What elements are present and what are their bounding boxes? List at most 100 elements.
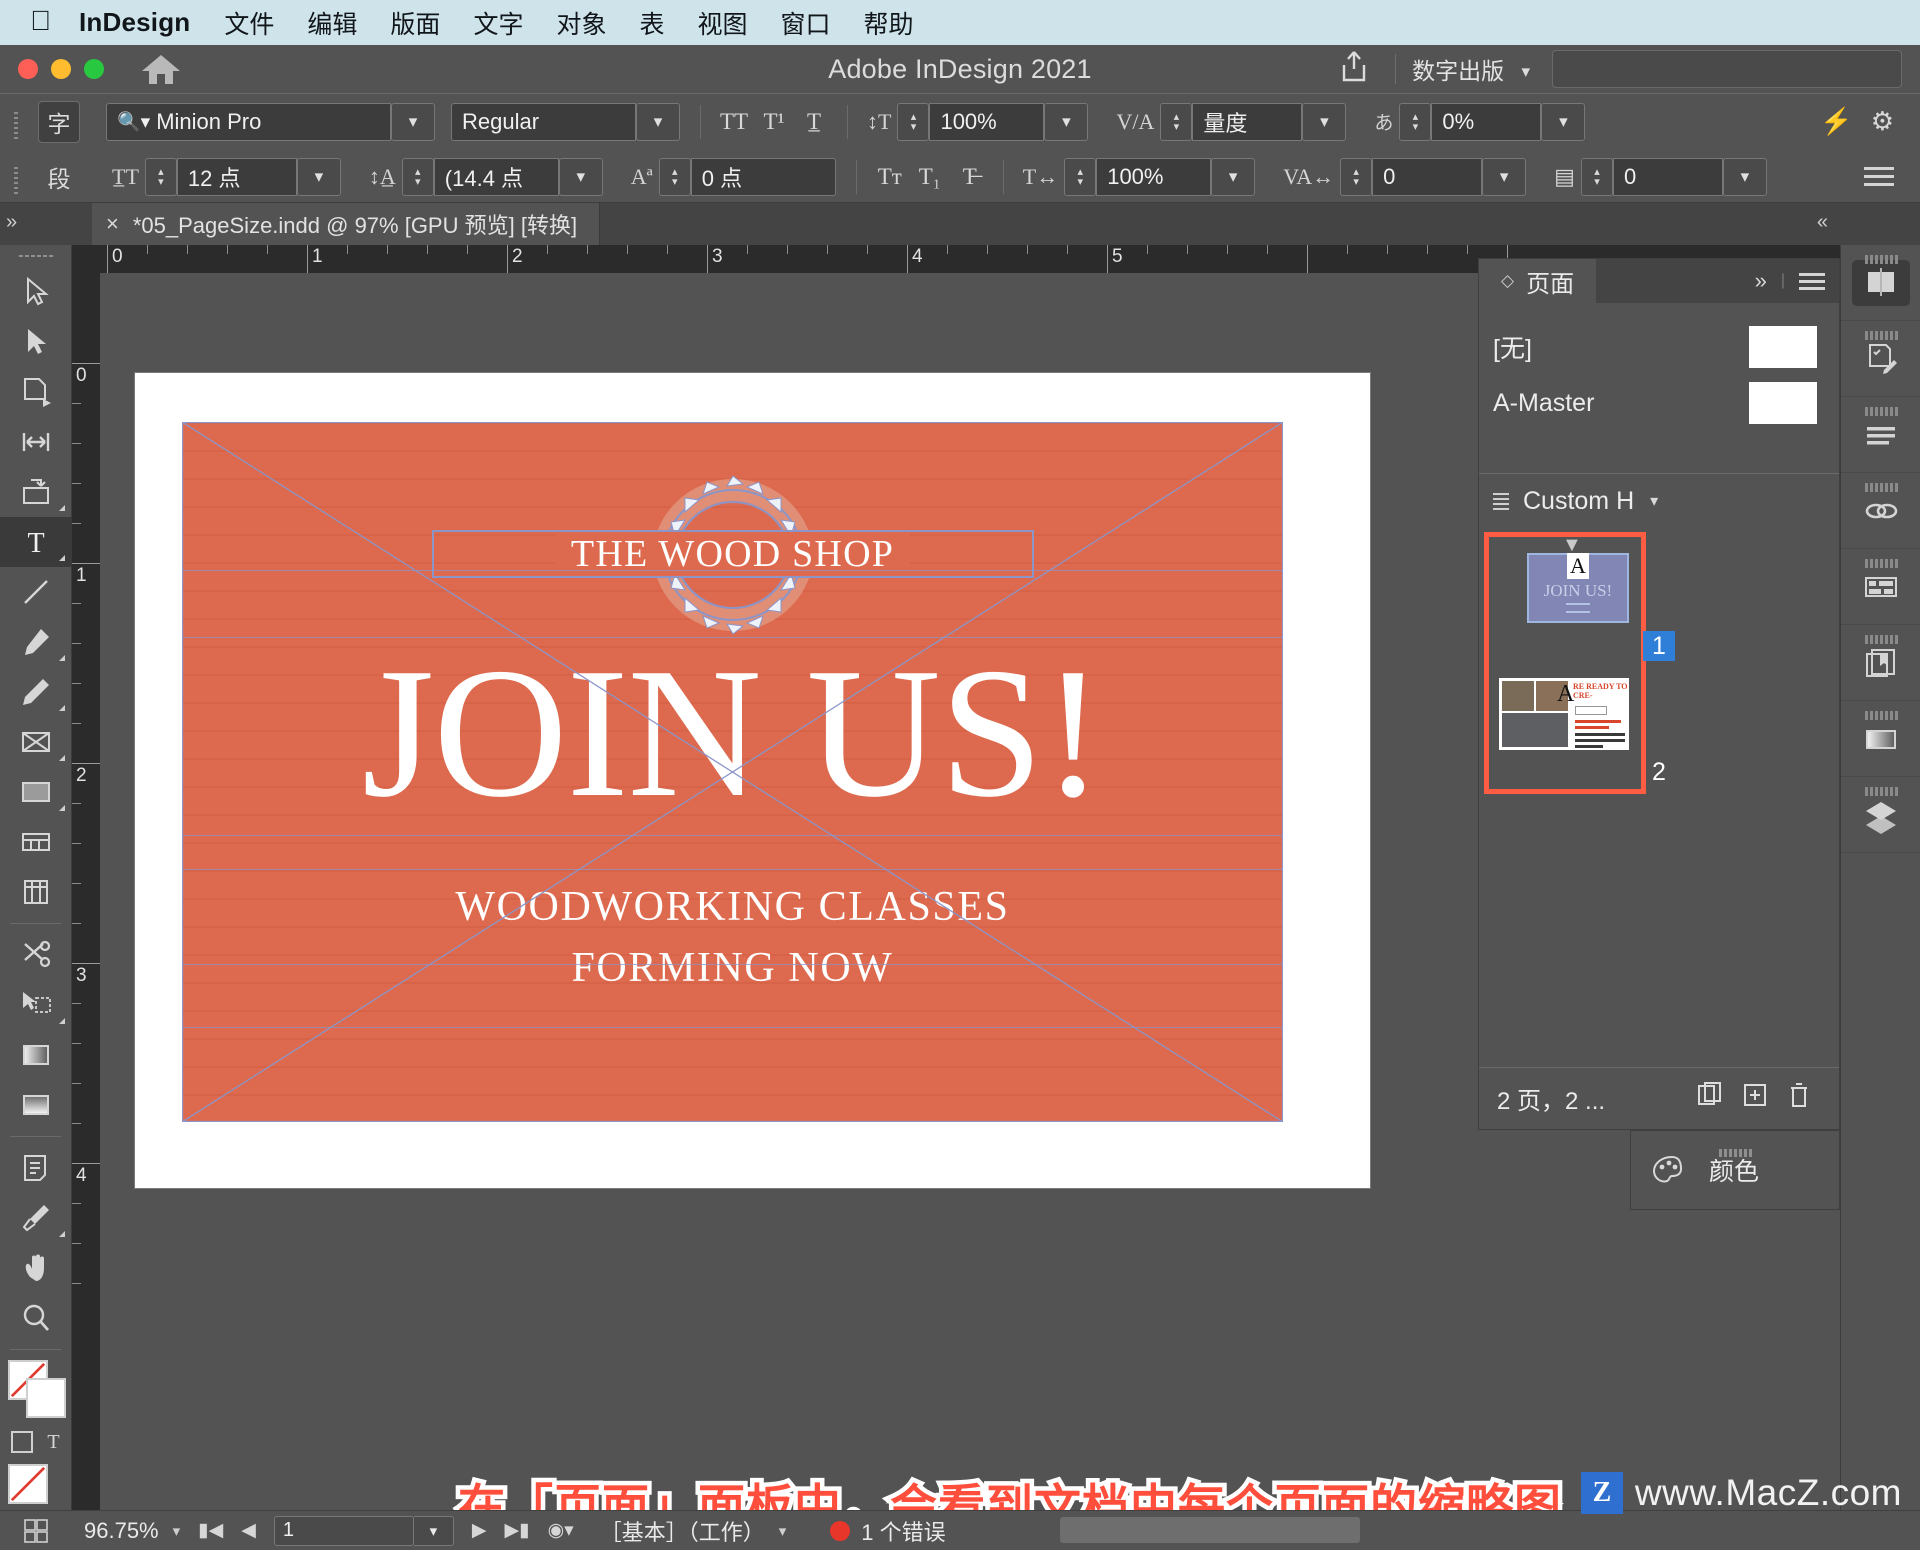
vertical-scale-stepper[interactable]: ▴ ▾ xyxy=(897,102,930,141)
gradient-feather-tool[interactable] xyxy=(0,1080,72,1130)
tsume-dropdown[interactable]: ▾ xyxy=(1541,102,1586,141)
tab-pages[interactable]: ◇ 页面 xyxy=(1479,259,1597,303)
grid-spacing-stepper[interactable]: ▴ ▾ xyxy=(1580,157,1613,196)
horizontal-scale-value[interactable]: 100% xyxy=(1096,157,1212,196)
document-page[interactable]: THE WOOD SHOP JOIN US! WOODWORKING CLASS… xyxy=(135,373,1370,1188)
page-number-2[interactable]: 2 xyxy=(1479,758,1839,787)
chevron-down-icon[interactable]: ▾ xyxy=(1650,491,1658,511)
apple-logo-icon[interactable]:  xyxy=(30,6,51,35)
leading-dropdown[interactable]: ▾ xyxy=(558,157,603,196)
leading-value[interactable]: (14.4 点 xyxy=(433,157,559,196)
close-icon[interactable]: × xyxy=(106,211,119,237)
poster-artwork[interactable]: THE WOOD SHOP JOIN US! WOODWORKING CLASS… xyxy=(182,422,1283,1122)
new-spread-icon[interactable] xyxy=(1689,1080,1733,1117)
font-family-group[interactable]: 🔍▾ Minion Pro ▾ xyxy=(106,102,435,141)
font-size-value[interactable]: 12 点 xyxy=(176,157,297,196)
properties-dock-icon[interactable] xyxy=(1841,321,1920,397)
eyedropper-tool[interactable] xyxy=(0,1193,72,1243)
content-collector-tool[interactable] xyxy=(0,467,72,517)
font-style-input[interactable]: Regular xyxy=(451,102,636,141)
line-tool[interactable] xyxy=(0,567,72,617)
menu-item-table[interactable]: 表 xyxy=(639,5,664,41)
zoom-level-value[interactable]: 96.75% xyxy=(84,1518,159,1544)
character-formatting-button[interactable]: 字 xyxy=(38,100,80,143)
panel-menu-icon[interactable] xyxy=(1864,162,1894,191)
masters-list[interactable]: [无] A-Master xyxy=(1479,303,1839,473)
leading-stepper[interactable]: ▴ ▾ xyxy=(401,157,434,196)
double-chevron-right-icon[interactable]: » xyxy=(1755,268,1767,294)
pages-panel[interactable]: ◇ 页面 » | [无] A-Master Custom H ▾ ▼ A JOI… xyxy=(1478,258,1840,1130)
tools-panel-grip[interactable] xyxy=(0,245,71,267)
fill-stroke-swatches[interactable] xyxy=(0,1356,72,1424)
pages-list[interactable]: ▼ A JOIN US! 1 A RE READY TO CRE- 2 xyxy=(1479,528,1839,1028)
rectangle-tool[interactable] xyxy=(0,767,72,817)
panel-grip-2[interactable] xyxy=(14,167,22,197)
menu-item-window[interactable]: 窗口 xyxy=(781,5,831,41)
font-size-stepper[interactable]: ▴ ▾ xyxy=(144,157,177,196)
section-row[interactable]: Custom H ▾ xyxy=(1479,474,1839,528)
expand-tabs-icon[interactable]: » xyxy=(6,211,17,234)
search-field[interactable] xyxy=(1552,50,1902,88)
master-row-none[interactable]: [无] xyxy=(1493,319,1839,375)
free-transform-tool[interactable] xyxy=(0,980,72,1030)
font-family-dropdown[interactable]: ▾ xyxy=(391,102,435,141)
table-tool[interactable] xyxy=(0,817,72,867)
page-grid-icon[interactable] xyxy=(0,1511,72,1550)
font-family-input[interactable]: 🔍▾ Minion Pro xyxy=(106,102,391,141)
tracking-group[interactable]: ▴ ▾ 0 ▾ xyxy=(1340,157,1527,196)
selection-tool[interactable] xyxy=(0,267,72,317)
baseline-shift-value[interactable]: 0 点 xyxy=(690,157,836,196)
tracking-dropdown[interactable]: ▾ xyxy=(1482,157,1527,196)
strikethrough-icon[interactable]: T̶ xyxy=(950,164,990,190)
workspace-switcher[interactable]: 数字出版 ▾ xyxy=(1412,52,1530,86)
stroke-swatch[interactable] xyxy=(26,1378,66,1418)
panel-menu-icon[interactable] xyxy=(1799,269,1825,294)
baseline-shift-stepper[interactable]: ▴ ▾ xyxy=(658,157,691,196)
color-panel[interactable]: 颜色 xyxy=(1630,1130,1840,1210)
menu-app-name[interactable]: InDesign xyxy=(79,7,190,38)
note-tool[interactable] xyxy=(0,1143,72,1193)
vertical-scale-value[interactable]: 100% xyxy=(929,102,1045,141)
page-number-input[interactable]: 1 xyxy=(273,1515,414,1546)
leading-group[interactable]: ▴ ▾ (14.4 点 ▾ xyxy=(401,157,603,196)
first-page-icon[interactable]: ▮◀ xyxy=(198,1519,223,1542)
kerning-stepper[interactable]: ▴ ▾ xyxy=(1160,102,1193,141)
next-page-icon[interactable]: ▶ xyxy=(472,1519,487,1542)
paragraph-styles-dock-icon[interactable] xyxy=(1841,397,1920,473)
links-dock-icon[interactable] xyxy=(1841,473,1920,549)
formatting-affects-container-icon[interactable] xyxy=(11,1431,34,1453)
settings-gear-icon[interactable]: ⚙ xyxy=(1871,106,1894,137)
font-style-group[interactable]: Regular ▾ xyxy=(451,102,680,141)
superscript-icon[interactable]: T¹ xyxy=(754,109,794,135)
panel-grip[interactable] xyxy=(14,112,22,142)
error-status[interactable]: 1 个错误 xyxy=(830,1515,946,1547)
document-tab[interactable]: × *05_PageSize.indd @ 97% [GPU 预览] [转换] xyxy=(92,203,601,245)
collapse-panels-icon[interactable]: « xyxy=(1817,211,1828,234)
object-styles-dock-icon[interactable] xyxy=(1841,549,1920,625)
preflight-status-icon[interactable]: ◉▾ xyxy=(548,1519,574,1542)
zoom-dropdown-icon[interactable]: ▾ xyxy=(173,1522,181,1540)
baseline-shift-group[interactable]: ▴ ▾ 0 点 xyxy=(658,157,836,196)
master-thumbnail[interactable] xyxy=(1749,326,1817,368)
kerning-group[interactable]: ▴ ▾ 量度 ▾ xyxy=(1160,102,1347,141)
font-style-dropdown[interactable]: ▾ xyxy=(636,102,680,141)
tsume-group[interactable]: ▴ ▾ 0% ▾ xyxy=(1399,102,1586,141)
subscript-icon[interactable]: T₁ xyxy=(910,164,950,190)
menu-item-layout[interactable]: 版面 xyxy=(390,5,440,41)
workspace-status-label[interactable]: ［基本］（工作） xyxy=(600,1515,765,1547)
menu-item-edit[interactable]: 编辑 xyxy=(307,5,357,41)
horizontal-scrollbar[interactable] xyxy=(1060,1517,1360,1543)
grid-spacing-value[interactable]: 0 xyxy=(1612,157,1723,196)
paragraph-formatting-button[interactable]: 段 xyxy=(38,156,80,198)
workspace-status-dropdown-icon[interactable]: ▾ xyxy=(779,1522,787,1540)
page-number-1[interactable]: 1 xyxy=(1479,631,1839,661)
page-number-dropdown[interactable]: ▾ xyxy=(413,1515,454,1546)
pen-tool[interactable] xyxy=(0,617,72,667)
vertical-scale-group[interactable]: ▴ ▾ 100% ▾ xyxy=(897,102,1089,141)
menu-item-help[interactable]: 帮助 xyxy=(864,5,914,41)
all-caps-icon[interactable]: TT xyxy=(714,109,754,135)
zoom-tool[interactable] xyxy=(0,1293,72,1343)
horizontal-scale-stepper[interactable]: ▴ ▾ xyxy=(1064,157,1097,196)
master-row-a-master[interactable]: A-Master xyxy=(1493,375,1839,431)
tracking-stepper[interactable]: ▴ ▾ xyxy=(1340,157,1373,196)
